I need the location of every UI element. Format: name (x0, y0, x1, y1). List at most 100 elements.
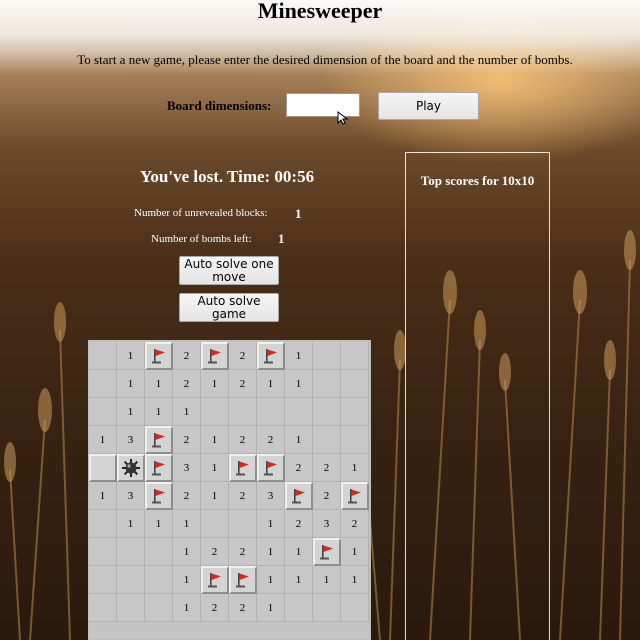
empty-cell[interactable] (117, 594, 145, 622)
number-cell[interactable]: 1 (173, 566, 201, 594)
number-cell[interactable]: 3 (313, 510, 341, 538)
empty-cell[interactable] (257, 398, 285, 426)
flagged-cell[interactable] (229, 454, 257, 482)
number-cell[interactable]: 3 (117, 482, 145, 510)
empty-cell[interactable] (285, 594, 313, 622)
flagged-cell[interactable] (341, 482, 369, 510)
hidden-cell[interactable] (89, 454, 117, 482)
empty-cell[interactable] (89, 538, 117, 566)
number-cell[interactable]: 2 (229, 370, 257, 398)
flagged-cell[interactable] (229, 566, 257, 594)
number-cell[interactable]: 1 (201, 370, 229, 398)
number-cell[interactable]: 2 (173, 482, 201, 510)
number-cell[interactable]: 1 (173, 398, 201, 426)
number-cell[interactable]: 1 (201, 482, 229, 510)
empty-cell[interactable] (117, 566, 145, 594)
bomb-cell[interactable] (117, 454, 145, 482)
number-cell[interactable]: 2 (313, 454, 341, 482)
flagged-cell[interactable] (145, 454, 173, 482)
number-cell[interactable]: 2 (229, 538, 257, 566)
number-cell[interactable]: 2 (229, 426, 257, 454)
flagged-cell[interactable] (257, 342, 285, 370)
empty-cell[interactable] (341, 370, 369, 398)
flagged-cell[interactable] (201, 566, 229, 594)
empty-cell[interactable] (117, 538, 145, 566)
empty-cell[interactable] (145, 538, 173, 566)
number-cell[interactable]: 2 (201, 594, 229, 622)
flagged-cell[interactable] (201, 342, 229, 370)
number-cell[interactable]: 1 (341, 538, 369, 566)
empty-cell[interactable] (313, 370, 341, 398)
empty-cell[interactable] (341, 398, 369, 426)
number-cell[interactable]: 2 (173, 370, 201, 398)
empty-cell[interactable] (89, 370, 117, 398)
flagged-cell[interactable] (257, 454, 285, 482)
flagged-cell[interactable] (145, 482, 173, 510)
number-cell[interactable]: 2 (201, 538, 229, 566)
flagged-cell[interactable] (145, 342, 173, 370)
number-cell[interactable]: 1 (117, 510, 145, 538)
number-cell[interactable]: 1 (313, 566, 341, 594)
flagged-cell[interactable] (285, 482, 313, 510)
number-cell[interactable]: 1 (145, 370, 173, 398)
number-cell[interactable]: 2 (341, 510, 369, 538)
number-cell[interactable]: 1 (89, 426, 117, 454)
empty-cell[interactable] (229, 398, 257, 426)
number-cell[interactable]: 2 (173, 342, 201, 370)
number-cell[interactable]: 1 (145, 510, 173, 538)
number-cell[interactable]: 2 (257, 426, 285, 454)
number-cell[interactable]: 1 (173, 538, 201, 566)
empty-cell[interactable] (145, 566, 173, 594)
number-cell[interactable]: 1 (201, 426, 229, 454)
empty-cell[interactable] (229, 510, 257, 538)
auto-solve-move-button[interactable]: Auto solve one move (179, 256, 279, 285)
number-cell[interactable]: 1 (257, 370, 285, 398)
number-cell[interactable]: 1 (257, 510, 285, 538)
number-cell[interactable]: 3 (173, 454, 201, 482)
empty-cell[interactable] (313, 426, 341, 454)
number-cell[interactable]: 1 (341, 566, 369, 594)
number-cell[interactable]: 1 (117, 342, 145, 370)
flagged-cell[interactable] (145, 426, 173, 454)
number-cell[interactable]: 1 (201, 454, 229, 482)
empty-cell[interactable] (341, 426, 369, 454)
empty-cell[interactable] (201, 398, 229, 426)
empty-cell[interactable] (313, 342, 341, 370)
number-cell[interactable]: 1 (173, 510, 201, 538)
flagged-cell[interactable] (313, 538, 341, 566)
number-cell[interactable]: 2 (229, 594, 257, 622)
number-cell[interactable]: 1 (173, 594, 201, 622)
number-cell[interactable]: 2 (313, 482, 341, 510)
number-cell[interactable]: 1 (285, 370, 313, 398)
play-button[interactable]: Play (378, 92, 479, 120)
number-cell[interactable]: 1 (341, 454, 369, 482)
empty-cell[interactable] (313, 594, 341, 622)
number-cell[interactable]: 1 (285, 566, 313, 594)
empty-cell[interactable] (89, 594, 117, 622)
number-cell[interactable]: 2 (229, 482, 257, 510)
empty-cell[interactable] (89, 566, 117, 594)
auto-solve-game-button[interactable]: Auto solve game (179, 293, 279, 322)
empty-cell[interactable] (341, 342, 369, 370)
empty-cell[interactable] (313, 398, 341, 426)
number-cell[interactable]: 2 (229, 342, 257, 370)
empty-cell[interactable] (89, 398, 117, 426)
number-cell[interactable]: 1 (117, 398, 145, 426)
empty-cell[interactable] (341, 594, 369, 622)
number-cell[interactable]: 1 (145, 398, 173, 426)
number-cell[interactable]: 1 (89, 482, 117, 510)
number-cell[interactable]: 1 (285, 426, 313, 454)
empty-cell[interactable] (89, 342, 117, 370)
empty-cell[interactable] (285, 398, 313, 426)
number-cell[interactable]: 2 (285, 510, 313, 538)
empty-cell[interactable] (89, 510, 117, 538)
number-cell[interactable]: 1 (117, 370, 145, 398)
number-cell[interactable]: 1 (285, 342, 313, 370)
number-cell[interactable]: 1 (257, 566, 285, 594)
number-cell[interactable]: 2 (285, 454, 313, 482)
number-cell[interactable]: 1 (285, 538, 313, 566)
number-cell[interactable]: 1 (257, 594, 285, 622)
empty-cell[interactable] (201, 510, 229, 538)
number-cell[interactable]: 3 (117, 426, 145, 454)
number-cell[interactable]: 1 (257, 538, 285, 566)
